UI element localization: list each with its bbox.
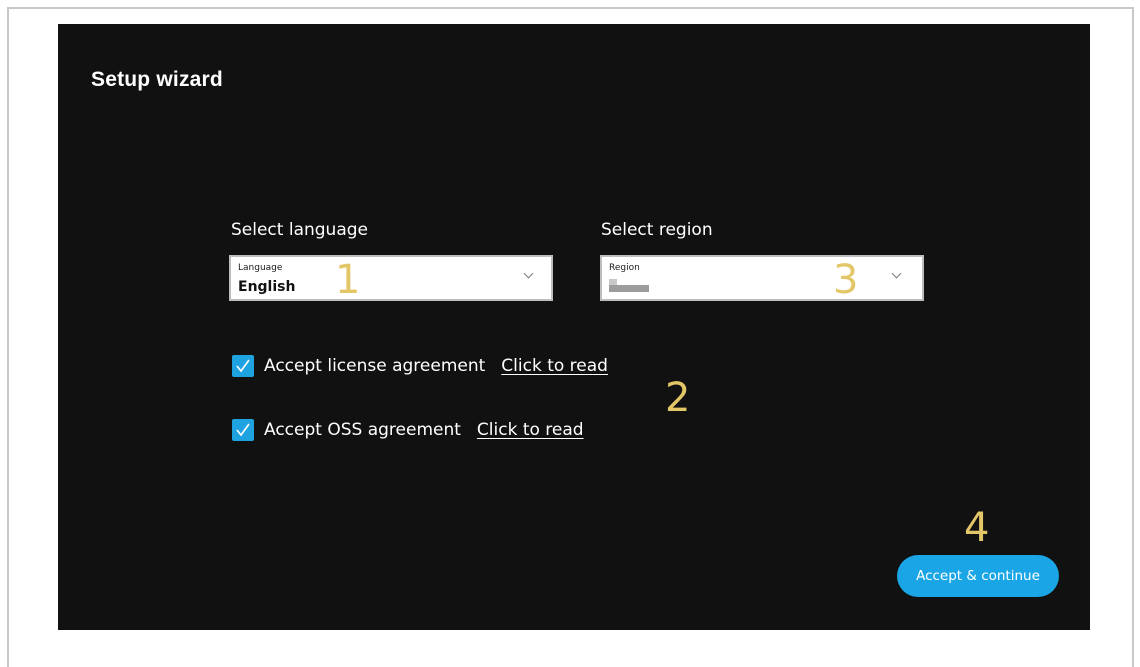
annotation-marker-2: 2 <box>665 375 691 421</box>
oss-agreement-row: Accept OSS agreement Click to read <box>232 419 584 441</box>
region-select[interactable]: Region <box>600 255 924 301</box>
license-agreement-label: Accept license agreement <box>264 356 486 376</box>
checkmark-icon <box>236 423 250 437</box>
oss-checkbox[interactable] <box>232 419 254 441</box>
oss-agreement-label: Accept OSS agreement <box>264 420 461 440</box>
language-value: English <box>238 279 296 295</box>
license-read-link[interactable]: Click to read <box>501 356 608 376</box>
page-title: Setup wizard <box>91 68 223 91</box>
license-checkbox[interactable] <box>232 355 254 377</box>
annotation-marker-1: 1 <box>335 257 361 303</box>
setup-wizard-screen: Setup wizard Select language Language En… <box>58 24 1090 630</box>
region-value-redacted <box>609 279 649 292</box>
language-field-label: Language <box>238 263 283 273</box>
chevron-down-icon <box>891 268 902 279</box>
oss-read-link[interactable]: Click to read <box>477 420 584 440</box>
region-field-label: Region <box>609 263 640 273</box>
language-section-label: Select language <box>231 220 368 240</box>
language-select[interactable]: Language English <box>229 255 553 301</box>
license-agreement-row: Accept license agreement Click to read <box>232 355 608 377</box>
accept-continue-button[interactable]: Accept & continue <box>897 555 1059 597</box>
annotation-marker-3: 3 <box>833 257 859 303</box>
chevron-down-icon <box>523 268 534 279</box>
annotation-marker-4: 4 <box>964 505 990 551</box>
checkmark-icon <box>236 359 250 373</box>
region-section-label: Select region <box>601 220 713 240</box>
